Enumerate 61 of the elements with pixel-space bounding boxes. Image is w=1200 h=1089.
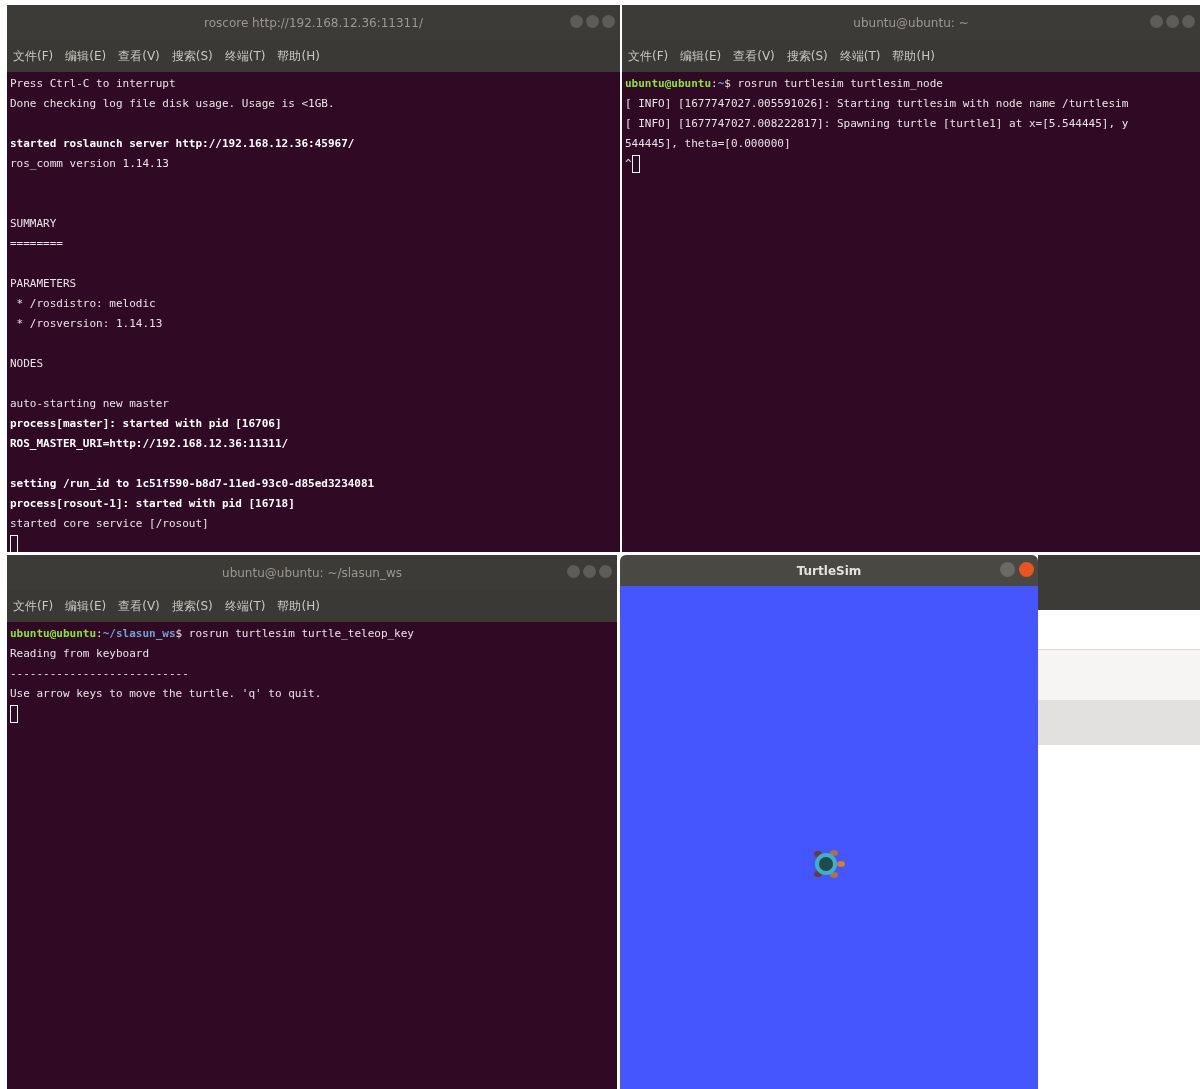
window-button-icon[interactable] bbox=[1182, 15, 1195, 28]
window-button-icon[interactable] bbox=[602, 15, 615, 28]
terminal-prompt-line: ubuntu@ubuntu:~/slasun_ws$ rosrun turtlesim turtle_teleop_key bbox=[10, 626, 414, 642]
terminal-line: * /rosdistro: melodic bbox=[15, 296, 156, 312]
terminal-line: * /rosversion: 1.14.13 bbox=[15, 316, 163, 332]
menu-item[interactable]: 文件(F) bbox=[628, 47, 669, 65]
window-button-icon[interactable] bbox=[567, 565, 580, 578]
menu-item[interactable]: 搜索(S) bbox=[786, 47, 828, 65]
terminal-line: 544445], theta=[0.000000] bbox=[625, 136, 791, 152]
terminal-line: process[master]: started with pid [16706] bbox=[10, 416, 282, 432]
terminal-line: ======== bbox=[10, 236, 63, 252]
cursor-icon bbox=[10, 705, 18, 723]
terminal-line: ros_comm version 1.14.13 bbox=[10, 156, 169, 172]
terminal-line: started core service [/rosout] bbox=[10, 516, 209, 532]
terminal-line: NODES bbox=[10, 356, 44, 372]
terminal-line: auto-starting new master bbox=[10, 396, 169, 412]
window-button-icon[interactable] bbox=[586, 15, 599, 28]
menu-item[interactable]: 搜索(S) bbox=[171, 597, 213, 615]
menu-item[interactable]: 查看(V) bbox=[118, 597, 160, 615]
terminal-line: [ INFO] [1677747027.005591026]: Starting turtlesim with node name /turtlesim bbox=[625, 96, 1129, 112]
menu-item[interactable]: 查看(V) bbox=[733, 47, 775, 65]
menu-item[interactable]: 终端(T) bbox=[224, 597, 266, 615]
menu-item[interactable]: 帮助(H) bbox=[277, 47, 320, 65]
terminal-line: ROS_MASTER_URI=http://192.168.12.36:11311/ bbox=[10, 436, 289, 452]
menu-item[interactable]: 帮助(H) bbox=[892, 47, 935, 65]
menu-item[interactable]: 编辑(E) bbox=[680, 47, 722, 65]
menu-item[interactable]: 终端(T) bbox=[224, 47, 266, 65]
terminal-line: process[rosout-1]: started with pid [16718] bbox=[10, 496, 295, 512]
menu-item[interactable]: 帮助(H) bbox=[277, 597, 320, 615]
menu-item[interactable]: 文件(F) bbox=[13, 47, 54, 65]
terminal-line: ^ bbox=[625, 156, 632, 172]
terminal-prompt-line: ubuntu@ubuntu:~$ rosrun turtlesim turtlesim_node bbox=[625, 76, 943, 92]
menu-item[interactable]: 查看(V) bbox=[118, 47, 160, 65]
window-button-icon[interactable] bbox=[599, 565, 612, 578]
terminal-line: Use arrow keys to move the turtle. 'q' to quit. bbox=[10, 686, 322, 702]
menu-item[interactable]: 编辑(E) bbox=[65, 47, 107, 65]
terminal-line: --------------------------- bbox=[10, 666, 189, 682]
window-title: TurtleSim bbox=[796, 562, 862, 580]
terminal-line: Reading from keyboard bbox=[10, 646, 150, 662]
terminal-line: Done checking log file disk usage. Usage is <1GB. bbox=[10, 96, 335, 112]
terminal-line: Press Ctrl-C to interrupt bbox=[10, 76, 176, 92]
window-button-icon[interactable] bbox=[583, 565, 596, 578]
terminal-line: started roslaunch server http://192.168.12.36:45967/ bbox=[10, 136, 355, 152]
minimize-icon[interactable] bbox=[1000, 562, 1015, 577]
window-button-icon[interactable] bbox=[1166, 15, 1179, 28]
cursor-icon bbox=[631, 155, 640, 173]
window-title: ubuntu@ubuntu: ~ bbox=[853, 14, 969, 32]
terminal-line: [ INFO] [1677747027.008222817]: Spawning turtle [turtle1] at x=[5.544445], y bbox=[625, 116, 1129, 132]
window-title: roscore http://192.168.12.36:11311/ bbox=[204, 14, 423, 32]
window-button-icon[interactable] bbox=[1150, 15, 1163, 28]
terminal-line: PARAMETERS bbox=[10, 276, 77, 292]
window-title: ubuntu@ubuntu: ~/slasun_ws bbox=[222, 564, 402, 582]
terminal-line: SUMMARY bbox=[10, 216, 57, 232]
cursor-icon bbox=[10, 535, 18, 552]
window-button-icon[interactable] bbox=[570, 15, 583, 28]
menu-item[interactable]: 搜索(S) bbox=[171, 47, 213, 65]
menu-item[interactable]: 终端(T) bbox=[839, 47, 881, 65]
close-icon[interactable] bbox=[1019, 562, 1034, 577]
menu-item[interactable]: 编辑(E) bbox=[65, 597, 107, 615]
terminal-line: setting /run_id to 1c51f590-b8d7-11ed-93c0-d85ed3234081 bbox=[10, 476, 375, 492]
menu-item[interactable]: 文件(F) bbox=[13, 597, 54, 615]
